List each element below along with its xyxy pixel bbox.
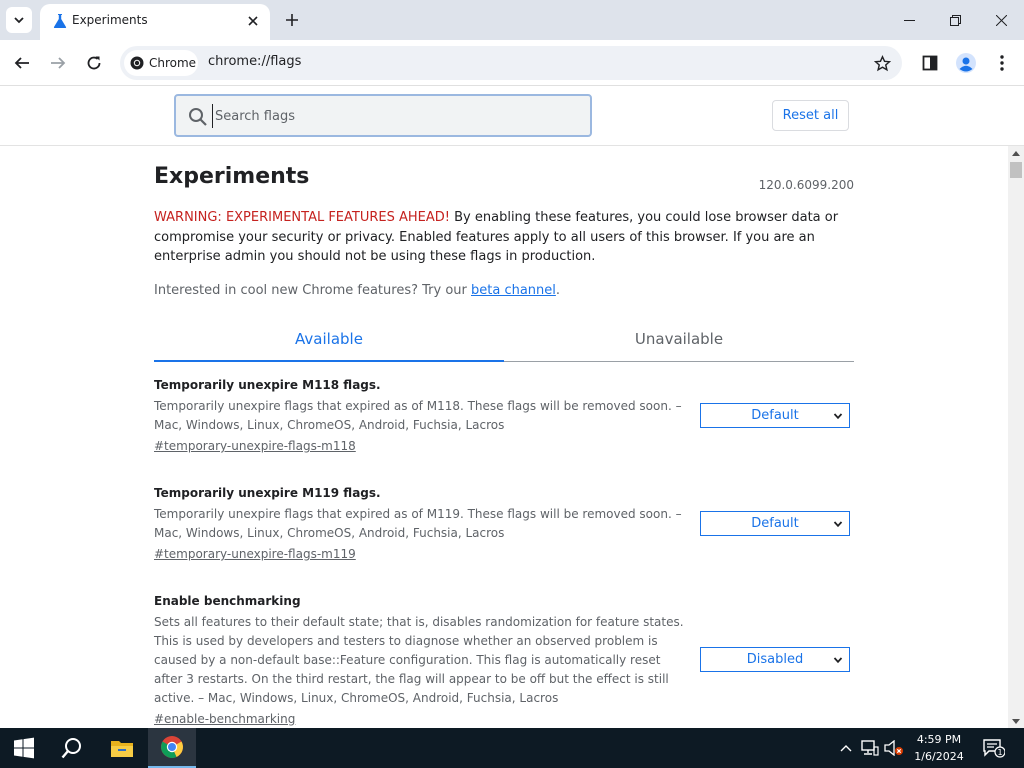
- experiment-item: Temporarily unexpire M119 flags. Tempora…: [154, 486, 854, 562]
- side-panel-button[interactable]: [916, 49, 944, 77]
- reset-all-button[interactable]: Reset all: [772, 100, 849, 131]
- tab-available[interactable]: Available: [154, 324, 504, 362]
- avatar-icon: [956, 53, 976, 73]
- search-icon: [189, 108, 207, 126]
- minimize-button[interactable]: [886, 0, 932, 40]
- chevron-down-icon: [833, 413, 843, 420]
- clock-time: 4:59 PM: [916, 733, 962, 746]
- close-tab-icon[interactable]: [244, 12, 262, 30]
- chrome-logo-icon: [161, 736, 183, 758]
- experiment-description: Temporarily unexpire flags that expired …: [154, 399, 682, 432]
- search-input[interactable]: [212, 104, 572, 128]
- chevron-up-icon[interactable]: [836, 738, 856, 758]
- new-tab-button[interactable]: [280, 8, 304, 32]
- arrow-right-icon: [51, 57, 66, 69]
- reload-icon: [87, 56, 101, 70]
- select-value: Disabled: [746, 652, 804, 667]
- search-taskbar-button[interactable]: [48, 728, 96, 768]
- tab-title: Experiments: [72, 13, 148, 27]
- start-button[interactable]: [0, 728, 48, 768]
- close-icon: [995, 14, 1007, 26]
- page-title: Experiments: [154, 164, 310, 189]
- plus-icon: [286, 14, 298, 26]
- scroll-up-arrow-icon[interactable]: [1008, 146, 1024, 160]
- scrollbar-thumb[interactable]: [1010, 162, 1022, 178]
- chrome-taskbar-button[interactable]: [148, 728, 196, 768]
- search-icon: [61, 738, 81, 759]
- experiment-item: Temporarily unexpire M118 flags. Tempora…: [154, 378, 854, 454]
- notifications-icon[interactable]: 1: [982, 738, 1006, 758]
- volume-muted-icon[interactable]: [884, 738, 904, 758]
- chevron-down-icon: [833, 521, 843, 528]
- select-value: Default: [751, 516, 799, 531]
- experiment-description: Temporarily unexpire flags that expired …: [154, 507, 682, 540]
- flags-header: Reset all: [0, 86, 1024, 146]
- forward-button[interactable]: [44, 49, 72, 77]
- url-text[interactable]: chrome://flags: [208, 54, 301, 69]
- select-value: Default: [751, 408, 799, 423]
- warning-text: WARNING: EXPERIMENTAL FEATURES AHEAD! By…: [154, 208, 854, 267]
- menu-button[interactable]: [988, 49, 1016, 77]
- warning-heading: WARNING: EXPERIMENTAL FEATURES AHEAD!: [154, 210, 450, 225]
- network-icon[interactable]: [860, 738, 880, 758]
- experiment-select[interactable]: Default: [700, 403, 850, 428]
- version-label: 120.0.6099.200: [758, 178, 854, 192]
- chevron-down-icon: [14, 17, 24, 24]
- browser-toolbar: Chrome chrome://flags: [0, 40, 1024, 86]
- experiment-link[interactable]: #temporary-unexpire-flags-m118: [154, 439, 356, 453]
- experiment-link[interactable]: #enable-benchmarking: [154, 712, 295, 726]
- folder-icon: [111, 741, 133, 757]
- experiment-name: Temporarily unexpire M119 flags.: [154, 486, 381, 500]
- restore-icon: [949, 14, 961, 26]
- experiment-select[interactable]: Default: [700, 511, 850, 536]
- scroll-down-arrow-icon[interactable]: [1008, 714, 1024, 728]
- reload-button[interactable]: [80, 49, 108, 77]
- file-explorer-button[interactable]: [98, 728, 146, 768]
- experiment-item: Enable benchmarking Sets all features to…: [154, 594, 854, 727]
- browser-tab[interactable]: Experiments: [40, 4, 270, 40]
- chip-label: Chrome: [149, 56, 197, 70]
- bookmark-star-icon[interactable]: [872, 53, 892, 73]
- chrome-icon: [130, 56, 144, 70]
- site-chip[interactable]: Chrome: [124, 50, 198, 76]
- omnibox[interactable]: Chrome chrome://flags: [120, 46, 902, 80]
- windows-taskbar: 4:59 PM 1/6/2024 1: [0, 728, 1024, 768]
- notification-count: 1: [997, 748, 1002, 757]
- search-box[interactable]: [174, 94, 592, 137]
- beta-suffix: .: [555, 283, 561, 298]
- experiment-link[interactable]: #temporary-unexpire-flags-m119: [154, 547, 356, 561]
- restore-button[interactable]: [932, 0, 978, 40]
- windows-logo-icon: [14, 737, 34, 759]
- vertical-scrollbar[interactable]: [1008, 146, 1024, 728]
- back-button[interactable]: [8, 49, 36, 77]
- beta-promo: Interested in cool new Chrome features? …: [154, 283, 560, 298]
- flags-content: Experiments 120.0.6099.200 WARNING: EXPE…: [0, 146, 1008, 728]
- tab-unavailable[interactable]: Unavailable: [504, 324, 854, 362]
- experiment-description: Sets all features to their default state…: [154, 615, 684, 705]
- experiment-select[interactable]: Disabled: [700, 647, 850, 672]
- chevron-down-icon: [833, 657, 843, 664]
- close-window-button[interactable]: [978, 0, 1024, 40]
- kebab-menu-icon: [1000, 55, 1004, 71]
- flags-tabs: Available Unavailable: [154, 324, 854, 362]
- side-panel-icon: [922, 55, 938, 71]
- experiment-name: Enable benchmarking: [154, 594, 301, 608]
- flask-icon: [53, 14, 67, 28]
- beta-prefix: Interested in cool new Chrome features? …: [154, 283, 471, 298]
- tab-strip: Experiments: [0, 0, 1024, 40]
- arrow-left-icon: [14, 57, 29, 69]
- experiment-name: Temporarily unexpire M118 flags.: [154, 378, 381, 392]
- beta-channel-link[interactable]: beta channel: [471, 283, 556, 298]
- tab-search-button[interactable]: [6, 7, 32, 33]
- minimize-icon: [903, 19, 915, 21]
- profile-button[interactable]: [952, 49, 980, 77]
- system-clock[interactable]: 4:59 PM 1/6/2024: [906, 731, 972, 765]
- clock-date: 1/6/2024: [914, 750, 964, 763]
